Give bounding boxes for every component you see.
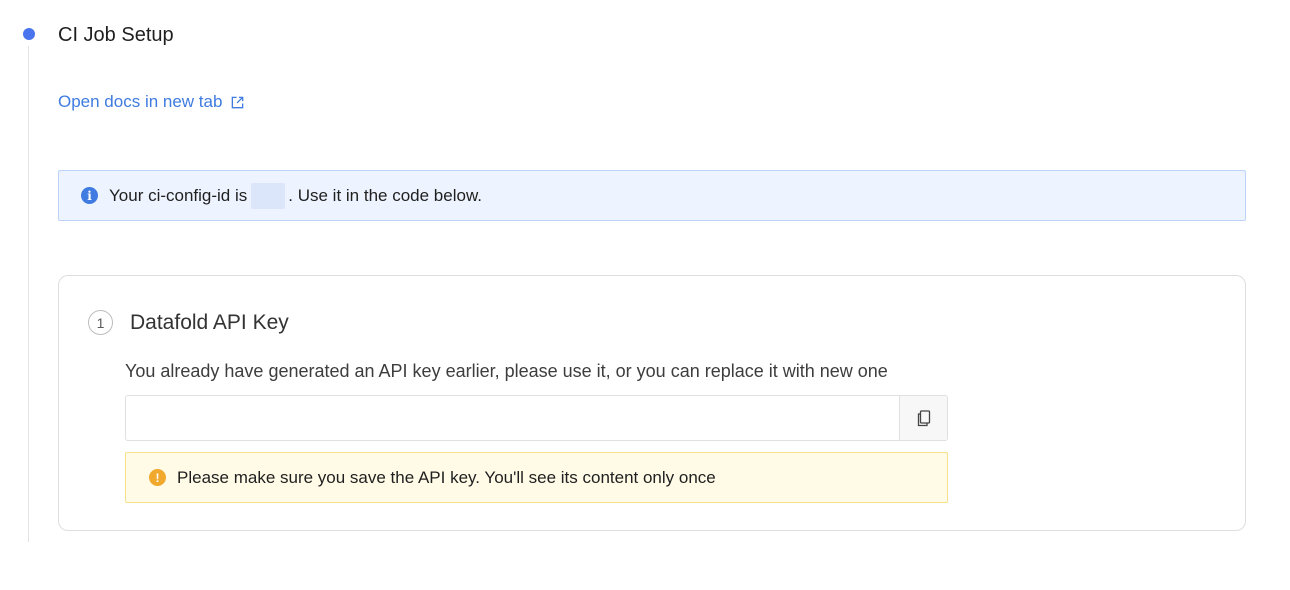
api-key-description: You already have generated an API key ea… — [125, 361, 888, 381]
save-key-warning-banner: ! Please make sure you save the API key.… — [125, 452, 948, 503]
timeline-line — [28, 46, 29, 542]
timeline-step-dot — [23, 28, 35, 40]
ci-job-setup-page: CI Job Setup Open docs in new tab i Your… — [0, 0, 1290, 590]
info-text-after: . Use it in the code below. — [288, 185, 483, 205]
step-number-badge: 1 — [88, 310, 113, 335]
copy-icon — [917, 409, 930, 426]
step-title: CI Job Setup — [58, 24, 174, 46]
open-docs-link-label: Open docs in new tab — [58, 92, 223, 111]
api-key-card-title: Datafold API Key — [130, 311, 289, 334]
info-icon: i — [81, 187, 98, 204]
copy-api-key-button[interactable] — [899, 396, 947, 440]
config-id-info-banner: i Your ci-config-id is . Use it in the c… — [58, 170, 1246, 221]
warning-text: Please make sure you save the API key. Y… — [177, 467, 716, 487]
info-text-before: Your ci-config-id is — [109, 185, 248, 205]
exclamation-icon: ! — [149, 469, 166, 486]
api-key-input[interactable] — [126, 396, 899, 440]
open-docs-link[interactable]: Open docs in new tab — [58, 91, 245, 113]
api-key-card: 1 Datafold API Key You already have gene… — [58, 275, 1246, 531]
ci-config-id-value — [251, 182, 286, 209]
external-link-icon — [232, 96, 244, 108]
api-key-field-group — [125, 395, 948, 441]
